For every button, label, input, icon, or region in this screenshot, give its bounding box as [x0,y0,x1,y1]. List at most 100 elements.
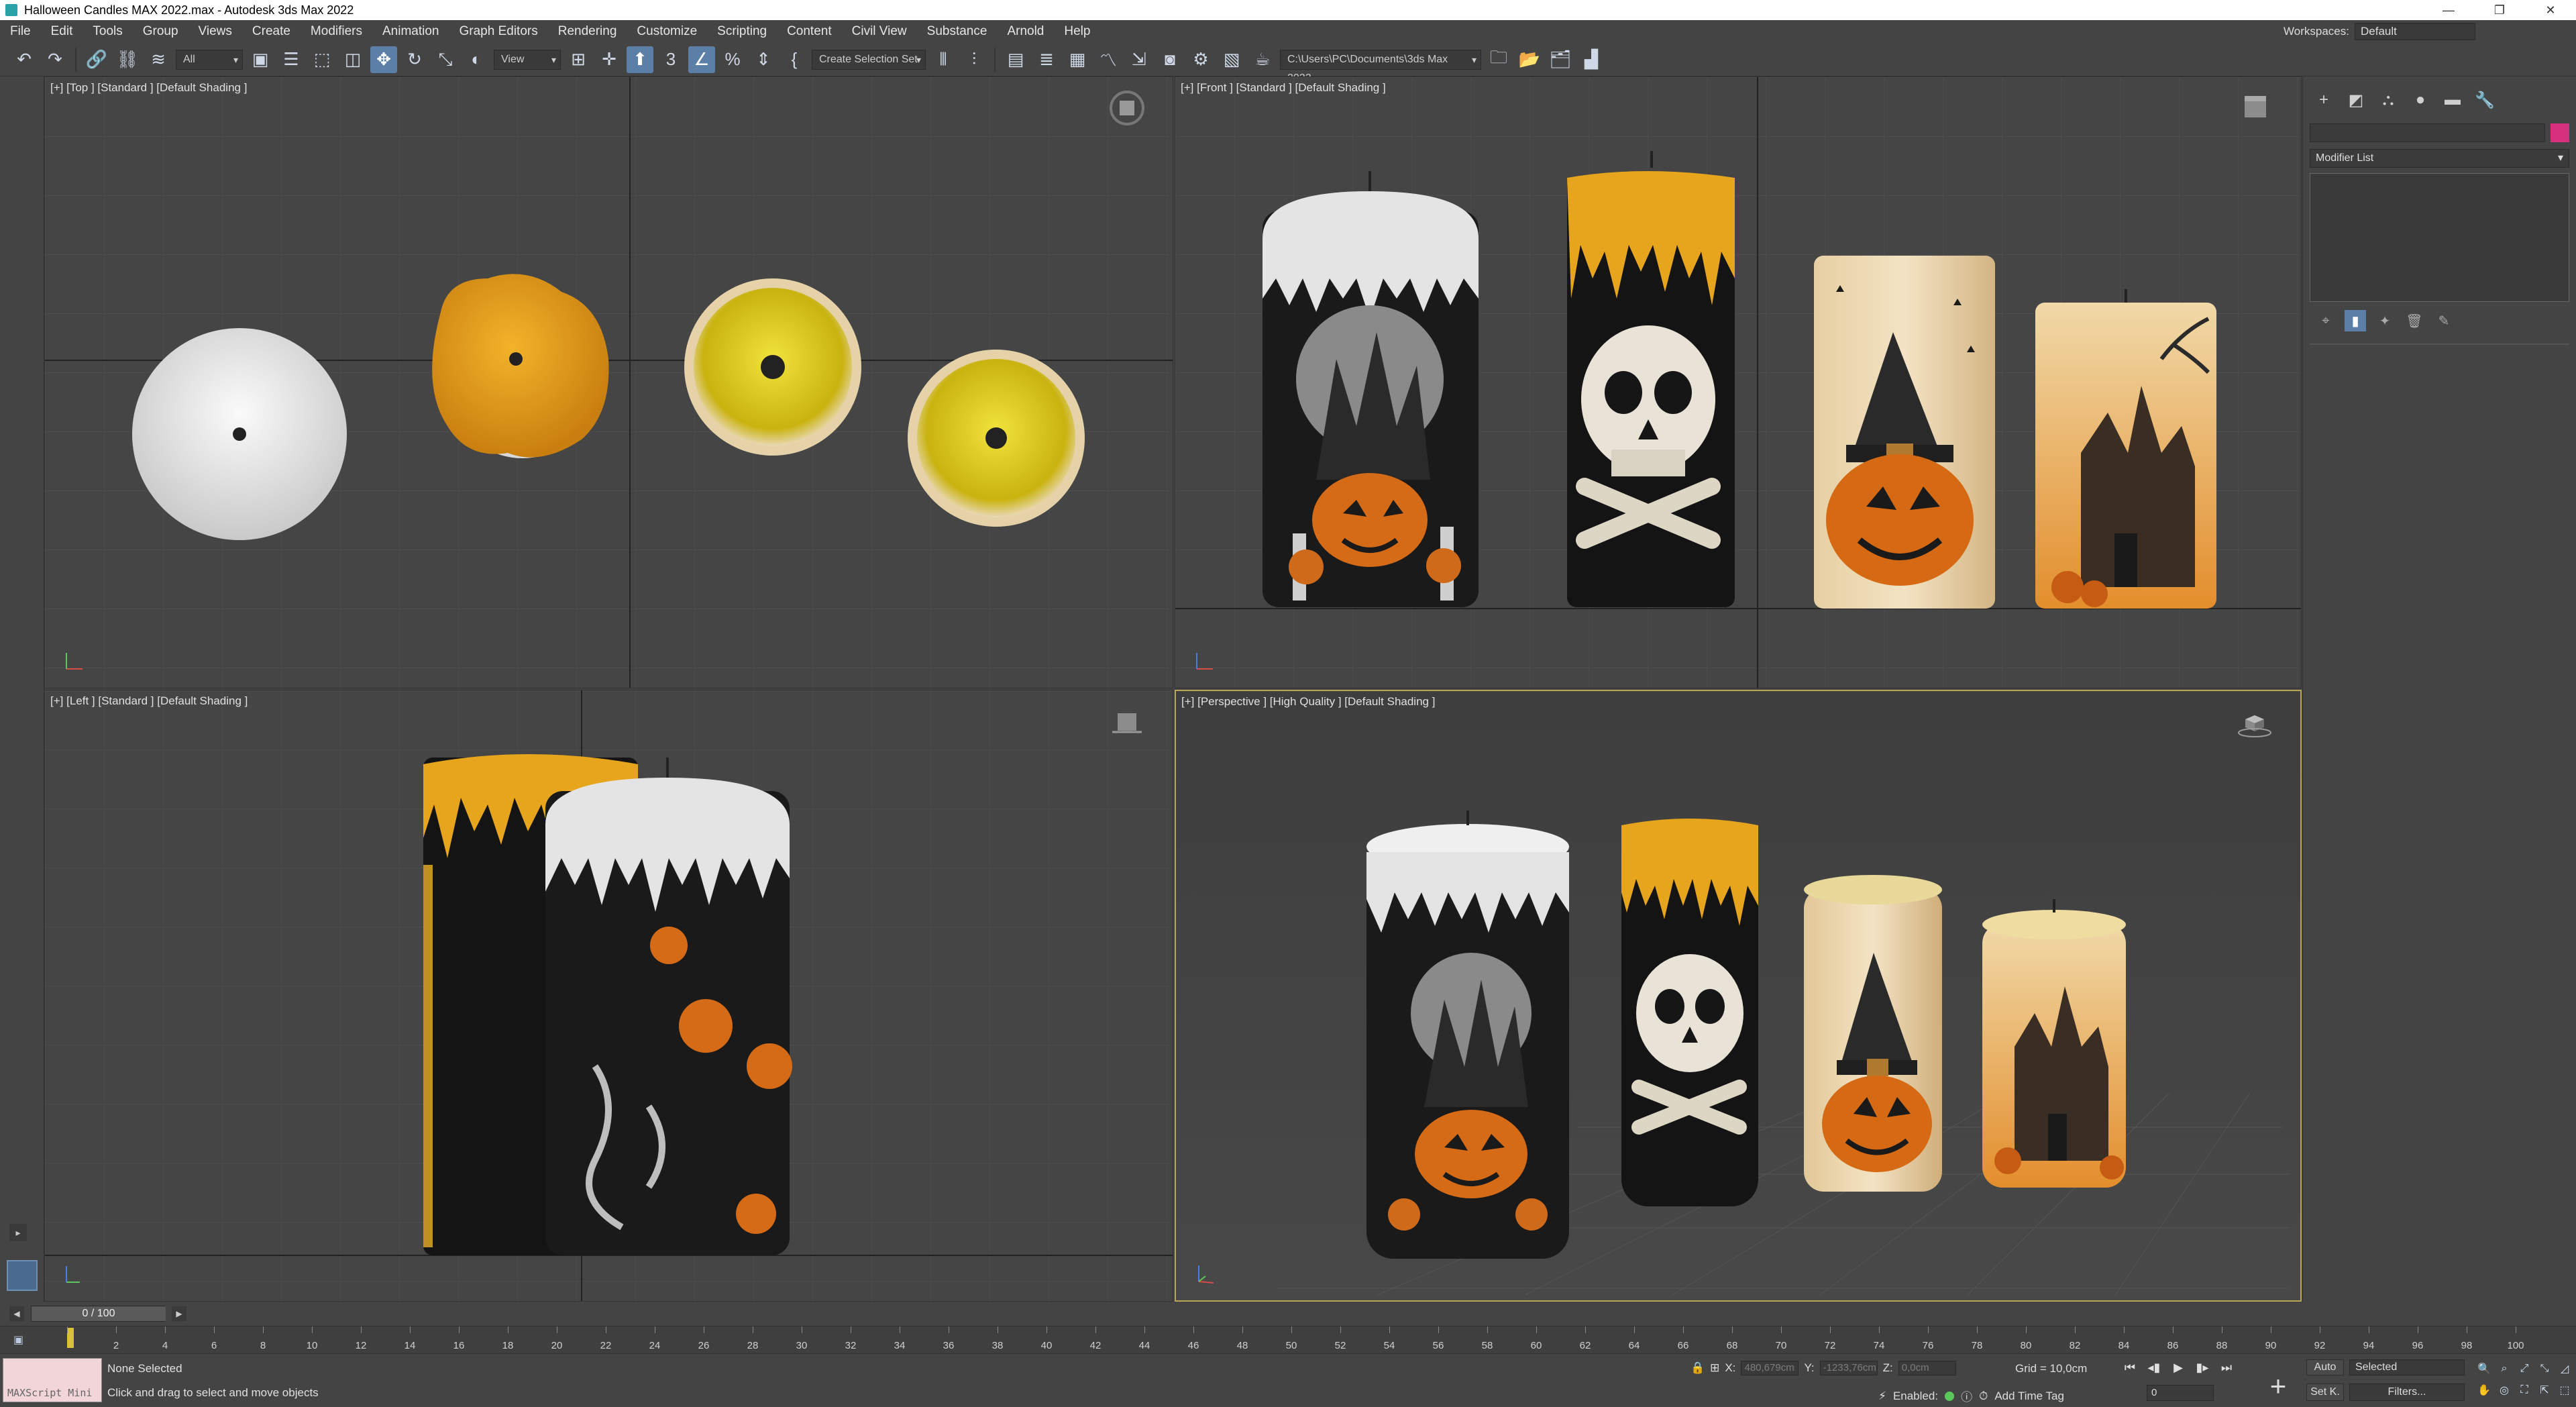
stack-folders-icon[interactable]: 🗂 [1547,46,1574,73]
go-to-end-icon[interactable]: ⏭ [2216,1358,2237,1377]
viewcube-icon[interactable] [2237,89,2274,127]
top-viewport-label[interactable]: [+] [Top ] [Standard ] [Default Shading … [50,81,247,95]
go-to-start-icon[interactable]: ⏮ [2120,1358,2140,1377]
info-icon[interactable]: ⓘ [1961,1388,1972,1404]
maximize-viewport-icon[interactable]: ⛶ [2516,1381,2533,1400]
key-filters-button[interactable]: Filters... [2349,1384,2465,1401]
object-name-field[interactable] [2310,123,2545,142]
viewport-front[interactable]: [+] [Front ] [Standard ] [Default Shadin… [1175,76,2302,688]
front-viewport-label[interactable]: [+] [Front ] [Standard ] [Default Shadin… [1181,81,1386,95]
auto-key-button[interactable]: Auto [2306,1359,2344,1375]
viewport-left[interactable]: [+] [Left ] [Standard ] [Default Shading… [44,690,1173,1302]
time-tag-icon[interactable]: ⏱ [1979,1390,1988,1403]
menu-tools[interactable]: Tools [83,24,132,39]
current-frame-field[interactable]: 0 [2147,1385,2214,1401]
menu-views[interactable]: Views [189,24,242,39]
add-time-tag-button[interactable]: Add Time Tag [1994,1390,2064,1403]
menu-civil-view[interactable]: Civil View [842,24,917,39]
zoom-icon[interactable]: 🔍 [2475,1359,2493,1378]
selection-filter-select[interactable]: All [176,49,243,70]
viewport-perspective[interactable]: [+] [Perspective ] [High Quality ] [Defa… [1175,690,2302,1302]
select-and-move-icon[interactable]: ✥ [370,46,397,73]
link-icon[interactable]: 🔗 [83,46,110,73]
enabled-indicator-icon[interactable] [1945,1391,1955,1401]
frame-ruler[interactable]: 2 4 6 8 10 12 14 16 18 20 22 24 26 28 30 32 34 36 38 40 42 44… [67,1326,2524,1355]
castle-candle-persp[interactable] [1366,811,1569,1259]
menu-create[interactable]: Create [242,24,301,39]
redo-icon[interactable]: ↷ [42,46,68,73]
unlink-icon[interactable]: ⛓ [114,46,141,73]
project-path-select[interactable]: C:\Users\PC\Documents\3ds Max 2022 [1280,49,1481,84]
open-folder-icon[interactable]: 📂 [1516,46,1543,73]
menu-animation[interactable]: Animation [372,24,449,39]
percent-snap-icon[interactable]: % [719,46,746,73]
lock-selection-icon[interactable]: 🔒 [1690,1361,1705,1375]
zoom-all-icon[interactable]: ⌕ [2496,1359,2513,1378]
field-of-view-icon[interactable]: ◿ [2556,1359,2573,1378]
motion-tab-icon[interactable]: ● [2409,89,2432,111]
y-coordinate-field[interactable]: -1233,76cm [1819,1361,1878,1375]
key-filter-select[interactable]: Selected [2349,1359,2465,1375]
select-and-rotate-icon[interactable]: ↻ [401,46,428,73]
left-viewport-label[interactable]: [+] [Left ] [Standard ] [Default Shading… [50,694,248,708]
set-key-button[interactable]: Set K. [2306,1384,2344,1401]
snaps-toggle-icon[interactable]: 3 [657,46,684,73]
rendered-frame-window-icon[interactable]: ▧ [1218,46,1245,73]
time-slider-prev-icon[interactable]: ◀ [9,1306,24,1321]
menu-modifiers[interactable]: Modifiers [301,24,372,39]
adaptive-degradation-icon[interactable]: ⚡ [1878,1390,1886,1403]
time-slider[interactable]: 0 / 100 [31,1306,166,1322]
rectangular-selection-icon[interactable]: ⬚ [309,46,335,73]
hierarchy-tab-icon[interactable]: ⛬ [2377,89,2400,111]
pin-stack-icon[interactable]: ⌖ [2315,310,2337,331]
play-icon[interactable]: ▶ [2168,1358,2188,1377]
select-and-scale-icon[interactable]: ⤡ [432,46,459,73]
modify-tab-icon[interactable]: ◩ [2345,89,2367,111]
skull-candle-front[interactable] [1567,151,1735,607]
track-bar[interactable]: ▣ 2 4 6 8 10 12 14 16 18 20 22 24 26 28 30 32 34 36 38 40 42… [0,1326,2576,1354]
edit-named-selection-icon[interactable]: { [781,46,808,73]
perspective-viewport-label[interactable]: [+] [Perspective ] [High Quality ] [Defa… [1181,695,1435,709]
render-production-icon[interactable]: ☕ [1249,46,1276,73]
modifier-stack[interactable] [2310,173,2569,302]
menu-customize[interactable]: Customize [627,24,707,39]
manipulate-icon[interactable]: ✛ [596,46,623,73]
show-end-result-icon[interactable]: ▮ [2345,310,2366,331]
toggle-ribbon-icon[interactable]: ▦ [1064,46,1091,73]
project-folder-icon[interactable]: 🗀 [1485,46,1512,73]
viewcube-icon[interactable] [1108,702,1146,740]
z-coordinate-field[interactable]: 0,0cm [1898,1361,1956,1375]
menu-substance[interactable]: Substance [917,24,998,39]
menu-rendering[interactable]: Rendering [548,24,627,39]
witch-candle-persp[interactable] [1804,875,1942,1192]
scene-explorer-icon[interactable]: ▤ [1002,46,1029,73]
pan-icon[interactable]: ✋ [2475,1381,2493,1400]
render-setup-icon[interactable]: ⚙ [1187,46,1214,73]
undo-icon[interactable]: ↶ [11,46,38,73]
zoom-extents-all-icon[interactable]: ⤡ [2536,1359,2553,1378]
viewport-top[interactable]: [+] [Top ] [Standard ] [Default Shading … [44,76,1173,688]
select-and-place-icon[interactable]: ◐ [463,46,490,73]
menu-group[interactable]: Group [133,24,189,39]
make-unique-icon[interactable]: ✦ [2374,310,2396,331]
layer-explorer-icon[interactable]: ≣ [1033,46,1060,73]
time-slider-thumb[interactable]: 0 / 100 [32,1306,166,1321]
spinner-snap-icon[interactable]: ⇕ [750,46,777,73]
house-candle-front[interactable] [2035,289,2216,609]
menu-arnold[interactable]: Arnold [997,24,1054,39]
house-candle-persp[interactable] [1982,899,2126,1188]
orbit-icon[interactable]: ◎ [2496,1381,2513,1400]
create-tab-icon[interactable]: + [2312,89,2335,111]
absolute-mode-icon[interactable]: ⊞ [1710,1361,1719,1375]
time-slider-next-icon[interactable]: ▶ [172,1306,186,1321]
modifier-list-dropdown[interactable]: Modifier List [2310,149,2569,168]
menu-scripting[interactable]: Scripting [707,24,777,39]
maxscript-listener[interactable]: MAXScript Mini [3,1358,102,1402]
schematic-view-icon[interactable]: ⇲ [1126,46,1152,73]
minimize-icon[interactable]: — [2423,0,2474,20]
witch-candle-front[interactable] [1814,256,1995,609]
castle-candle-front[interactable] [1263,171,1479,607]
display-tab-icon[interactable]: ▬ [2441,89,2464,111]
castle-candle-side[interactable] [545,758,792,1255]
restore-icon[interactable]: ❐ [2474,0,2525,20]
